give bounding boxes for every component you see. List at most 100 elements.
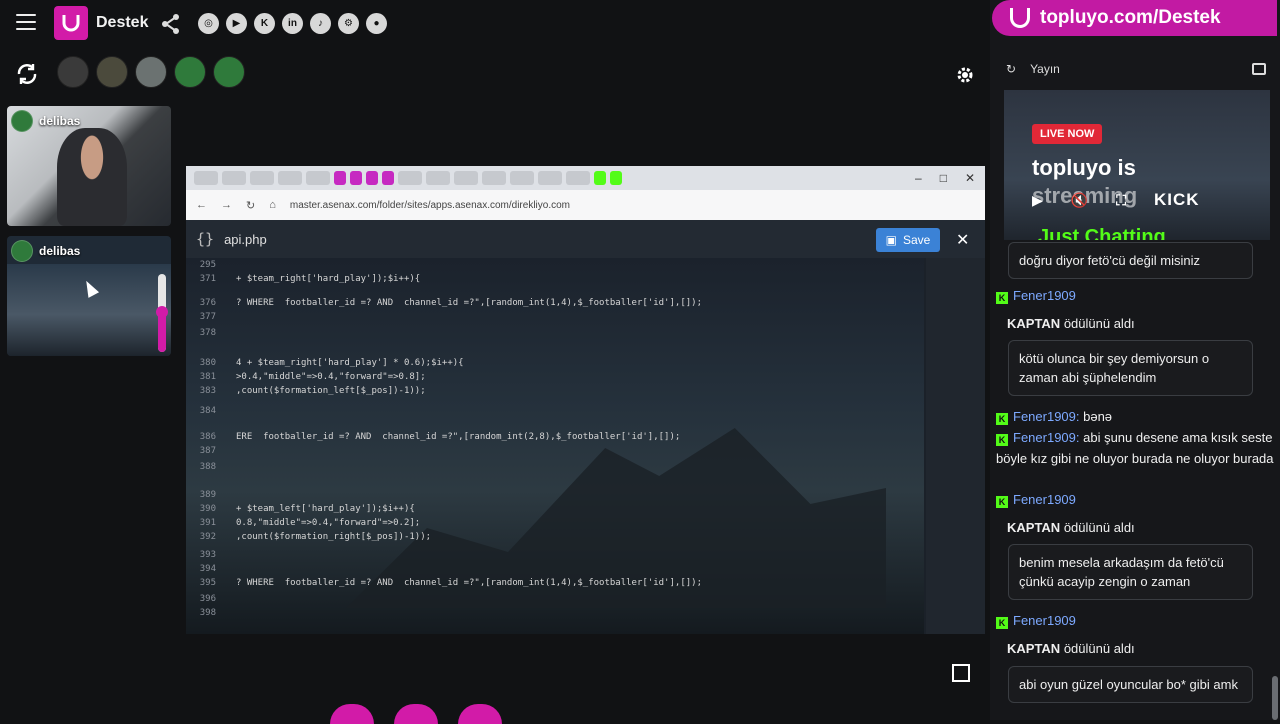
close-icon[interactable]: ✕ [965,171,975,185]
instagram-icon[interactable]: ◎ [198,13,219,34]
kick-badge-icon: K [996,617,1008,629]
player-controls: ▶ 🔇 ⛶ KICK [1032,190,1200,210]
webcam-tile[interactable]: delibas [7,106,171,226]
chat-message: KAPTAN ödülünü aldı [1007,313,1280,334]
browser-tab[interactable] [222,171,246,185]
refresh-icon[interactable] [15,62,39,86]
reload-icon[interactable]: ↻ [246,199,255,212]
chat-username[interactable]: Fener1909 [1013,288,1076,303]
code-line: 377 [186,312,924,326]
browser-tab[interactable] [482,171,506,185]
kick-logo[interactable]: KICK [1154,190,1200,210]
chat-message: K Fener1909 [996,610,1276,631]
maximize-icon[interactable]: □ [940,171,947,185]
browser-tab[interactable] [398,171,422,185]
chat-username[interactable]: Fener1909 [1013,613,1076,628]
fullscreen-icon[interactable] [952,664,970,682]
url-field[interactable]: master.asenax.com/folder/sites/apps.asen… [290,200,570,211]
chat-username[interactable]: Fener1909 [1013,492,1076,507]
chat-text: ödülünü aldı [1060,641,1135,656]
chat-username[interactable]: Fener1909: [1013,430,1080,445]
open-stream-icon[interactable] [1252,63,1266,75]
participant-avatars [57,56,245,88]
chat-username[interactable]: KAPTAN [1007,641,1060,656]
code-line: 380 4 + $team_right['hard_play'] * 0.6);$… [186,358,924,372]
browser-tab[interactable] [454,171,478,185]
code-line: 394 [186,564,924,578]
browser-tab[interactable] [250,171,274,185]
browser-tab[interactable] [278,171,302,185]
back-icon[interactable]: ← [196,199,207,211]
refresh-icon[interactable]: ↻ [1006,62,1016,76]
browser-tab[interactable] [510,171,534,185]
line-number: 394 [199,564,216,574]
browser-tab[interactable] [194,171,218,185]
line-number: 371 [199,274,216,284]
menu-icon[interactable] [16,14,36,32]
github-icon[interactable]: ● [366,13,387,34]
screenshare-thumbnail [7,264,171,356]
chat-bubble: doğru diyor fetö'cü değil misiniz [1008,242,1253,279]
close-editor-icon[interactable]: ✕ [956,230,969,250]
avatar[interactable] [57,56,89,88]
camera-button[interactable] [330,704,374,724]
browser-tab[interactable] [350,171,362,185]
play-icon[interactable]: ▶ [1032,192,1043,209]
promo-banner[interactable]: topluyo.com/Destek [992,0,1277,36]
browser-tab[interactable] [610,171,622,185]
chat-list: doğru diyor fetö'cü değil misiniz K Fener… [990,240,1280,720]
home-icon[interactable]: ⌂ [269,199,276,211]
code-line: 384 [186,406,924,420]
code-editor[interactable]: 295 371 + $team_right['hard_play']);$i++){… [186,258,924,634]
microphone-button[interactable] [394,704,438,724]
avatar [11,240,33,262]
avatar[interactable] [135,56,167,88]
kick-icon[interactable]: K [254,13,275,34]
tiktok-icon[interactable]: ♪ [310,13,331,34]
chat-username[interactable]: Fener1909: [1013,409,1080,424]
code-text: ,count($formation_left[$_pos])-1)); [236,386,426,396]
line-number: 384 [199,406,216,416]
chat-message: KAPTAN ödülünü aldı [1007,517,1280,538]
youtube-icon[interactable]: ▶ [226,13,247,34]
chat-username[interactable]: KAPTAN [1007,520,1060,535]
fullscreen-icon[interactable]: ⛶ [1116,192,1126,209]
editor-file-title: api.php [224,231,267,247]
save-button[interactable]: ▣ Save [876,228,940,252]
steam-icon[interactable]: ⚙ [338,13,359,34]
chat-text: doğru diyor fetö'cü değil misiniz [1019,253,1200,268]
code-text: ? WHERE footballer_id =? AND channel_id … [236,578,702,588]
code-minimap[interactable] [926,258,985,634]
browser-tab[interactable] [538,171,562,185]
volume-slider-handle[interactable] [156,306,168,318]
browser-tab[interactable] [426,171,450,185]
browser-tab[interactable] [334,171,346,185]
topluyo-logo-icon[interactable] [54,6,88,40]
brand-title[interactable]: Destek [96,14,148,32]
avatar[interactable] [96,56,128,88]
stream-header: ↻ Yayın [990,52,1280,86]
avatar[interactable] [213,56,245,88]
browser-tab[interactable] [382,171,394,185]
kick-badge-icon: K [996,496,1008,508]
share-icon[interactable] [160,13,182,35]
stream-preview[interactable]: LIVE NOW topluyo is streaming ▶ 🔇 ⛶ KICK… [1004,90,1270,240]
chat-text: benim mesela arkadaşım da fetö'cü çünkü … [1019,555,1224,589]
browser-tab[interactable] [366,171,378,185]
gear-icon[interactable] [954,64,976,86]
chat-username[interactable]: KAPTAN [1007,316,1060,331]
minimize-icon[interactable]: – [915,171,922,185]
chat-scrollbar[interactable] [1272,676,1278,720]
browser-tab[interactable] [594,171,606,185]
code-line: 383 ,count($formation_left[$_pos])-1)); [186,386,924,400]
avatar[interactable] [174,56,206,88]
browser-tab[interactable] [306,171,330,185]
browser-tab[interactable] [566,171,590,185]
mute-icon[interactable]: 🔇 [1071,192,1088,209]
code-braces-icon: {} [196,230,215,248]
linkedin-icon[interactable]: in [282,13,303,34]
chat-message: K Fener1909: abi şunu desene ama kısık se… [996,427,1276,469]
forward-icon[interactable]: → [221,199,232,211]
line-number: 376 [199,298,216,308]
screenshare-button[interactable] [458,704,502,724]
